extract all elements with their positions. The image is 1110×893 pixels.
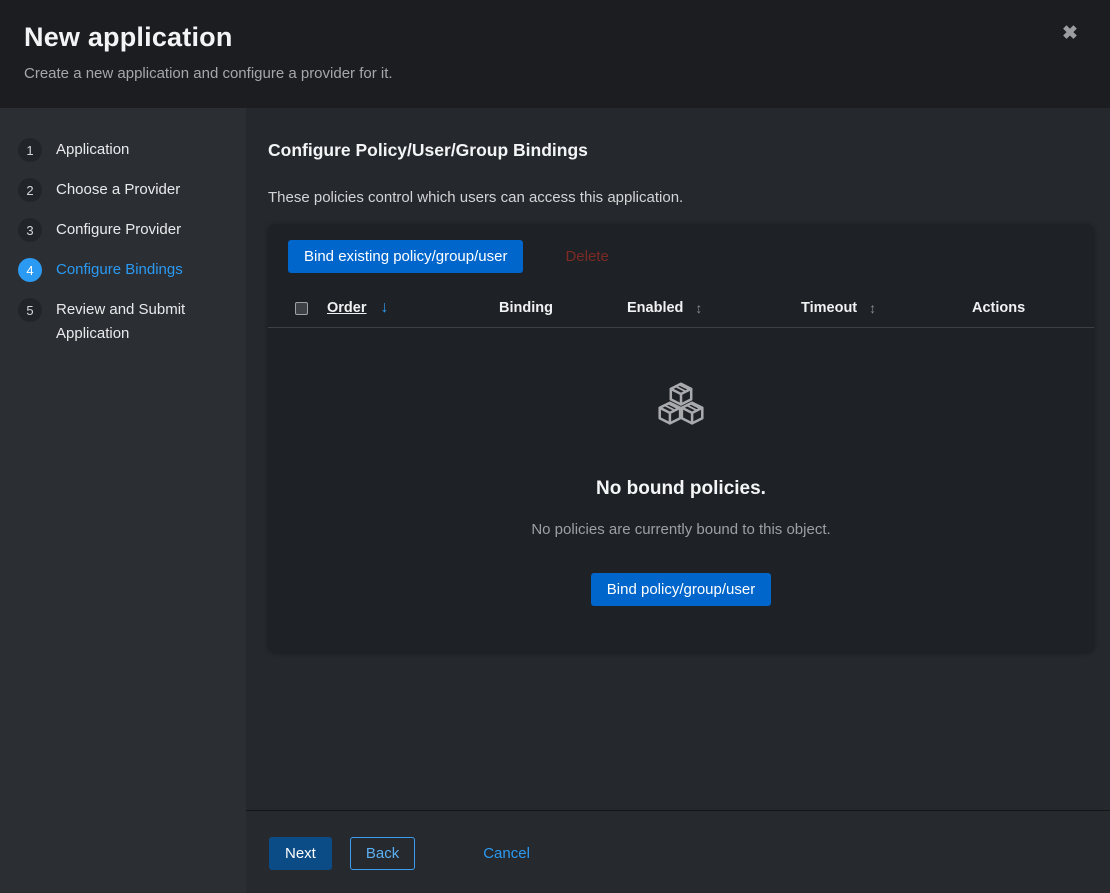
column-actions-label: Actions	[972, 300, 1025, 316]
column-binding-label: Binding	[499, 300, 553, 316]
new-application-wizard: New application Create a new application…	[0, 0, 1110, 893]
content-heading: Configure Policy/User/Group Bindings	[268, 140, 1094, 161]
close-icon: ✖	[1062, 23, 1078, 44]
step-number: 2	[18, 178, 42, 202]
wizard-content-column: Configure Policy/User/Group Bindings The…	[246, 108, 1110, 893]
bindings-toolbar: Bind existing policy/group/user Delete	[268, 224, 1094, 289]
close-button[interactable]: ✖	[1054, 18, 1086, 50]
step-number: 1	[18, 138, 42, 162]
empty-state-title: No bound policies.	[596, 478, 766, 500]
next-button[interactable]: Next	[269, 837, 332, 870]
bindings-table-header: Order ↓ Binding Enabled ↕ Timeout ↕	[268, 289, 1094, 328]
wizard-subtitle: Create a new application and configure a…	[24, 65, 1086, 82]
step-number: 3	[18, 218, 42, 242]
column-enabled-label: Enabled	[627, 300, 683, 316]
step-label: Review and Submit Application	[56, 298, 226, 346]
step-label: Application	[56, 138, 129, 162]
empty-state: No bound policies. No policies are curre…	[268, 328, 1094, 652]
sort-icon: ↕	[695, 300, 702, 316]
step-label: Configure Bindings	[56, 258, 183, 282]
wizard-steps-nav: 1 Application 2 Choose a Provider 3 Conf…	[0, 108, 246, 893]
delete-button[interactable]: Delete	[557, 240, 616, 273]
wizard-content: Configure Policy/User/Group Bindings The…	[246, 108, 1110, 810]
column-order: Order ↓	[327, 299, 499, 317]
bind-policy-button[interactable]: Bind policy/group/user	[591, 573, 771, 606]
back-button[interactable]: Back	[350, 837, 415, 870]
step-choose-a-provider[interactable]: 2 Choose a Provider	[0, 170, 246, 210]
bindings-card: Bind existing policy/group/user Delete O…	[268, 224, 1094, 652]
wizard-header: New application Create a new application…	[0, 0, 1110, 108]
step-label: Choose a Provider	[56, 178, 180, 202]
step-review-and-submit[interactable]: 5 Review and Submit Application	[0, 290, 246, 354]
column-actions: Actions	[972, 300, 1094, 316]
wizard-body: 1 Application 2 Choose a Provider 3 Conf…	[0, 108, 1110, 893]
wizard-footer: Next Back Cancel	[246, 810, 1110, 893]
step-configure-bindings[interactable]: 4 Configure Bindings	[0, 250, 246, 290]
step-number: 5	[18, 298, 42, 322]
select-all-checkbox[interactable]	[295, 302, 308, 315]
empty-state-description: No policies are currently bound to this …	[531, 521, 830, 538]
cancel-button[interactable]: Cancel	[479, 837, 534, 870]
step-number: 4	[18, 258, 42, 282]
column-timeout-label: Timeout	[801, 300, 857, 316]
bind-existing-policy-button[interactable]: Bind existing policy/group/user	[288, 240, 523, 273]
step-configure-provider[interactable]: 3 Configure Provider	[0, 210, 246, 250]
column-order-sort-link[interactable]: Order	[327, 300, 367, 316]
sort-descending-icon: ↓	[381, 299, 389, 317]
column-enabled[interactable]: Enabled ↕	[627, 300, 801, 316]
step-label: Configure Provider	[56, 218, 181, 242]
wizard-title: New application	[24, 22, 1086, 53]
cubes-icon	[654, 378, 708, 428]
column-timeout[interactable]: Timeout ↕	[801, 300, 972, 316]
step-application[interactable]: 1 Application	[0, 130, 246, 170]
column-binding: Binding	[499, 300, 627, 316]
sort-icon: ↕	[869, 300, 876, 316]
content-description: These policies control which users can a…	[268, 189, 1094, 206]
